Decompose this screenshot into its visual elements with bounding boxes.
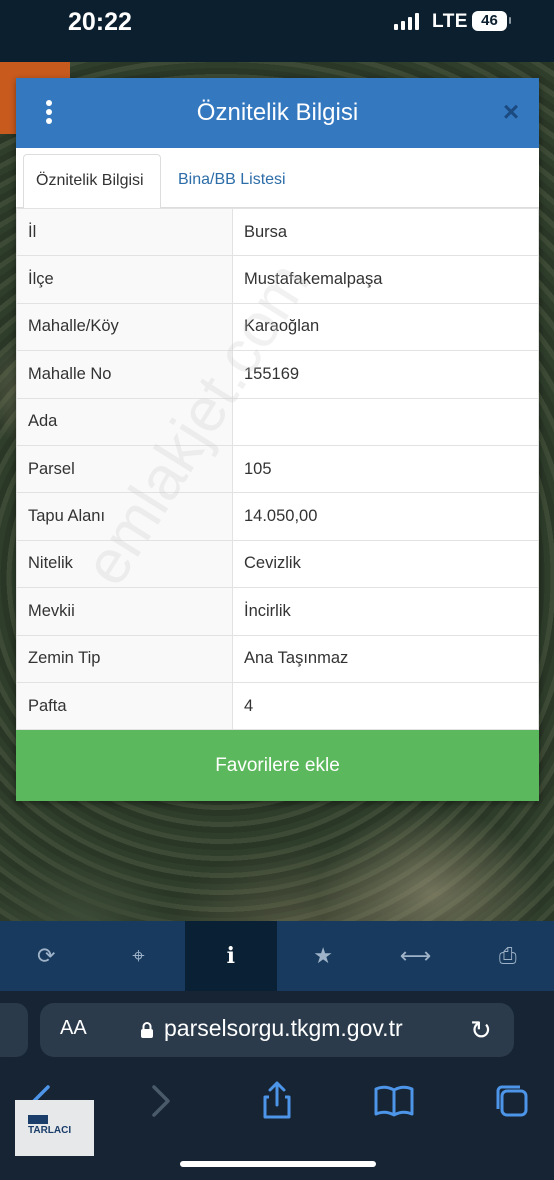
more-menu-icon[interactable] [44,100,54,128]
attribute-value: Ana Taşınmaz [232,634,539,683]
attribute-row: Pafta 4 [16,681,539,731]
browser-chrome: AA parselsorgu.tkgm.gov.tr ↻ TARLACI [0,991,554,1180]
logo-text: TARLACI [28,1125,72,1136]
attribute-key: Ada [16,397,233,446]
attribute-row: Nitelik Cevizlik [16,539,539,589]
dialog-title: Öznitelik Bilgisi [196,99,359,126]
dialog-header: Öznitelik Bilgisi × [16,78,539,148]
signal-icon [394,13,419,30]
url-text: parselsorgu.tkgm.gov.tr [164,1015,403,1041]
share-icon[interactable] [255,1079,299,1123]
attribute-value: Cevizlik [232,539,539,589]
star-icon[interactable]: ★ [277,921,369,991]
attribute-value: 14.050,00 [232,492,539,541]
status-time: 20:22 [68,8,132,36]
attribute-row: Mahalle/Köy Karaoğlan [16,302,539,352]
attribute-key: Mahalle/Köy [16,302,233,352]
home-indicator[interactable] [180,1161,376,1167]
map-toolbar: ⟳ ⌖ i ★ ⟷ ⎙ [0,921,554,991]
attribute-value [232,397,539,446]
text-size-button[interactable]: AA [60,1017,87,1040]
attribute-value: İncirlik [232,587,539,636]
attribute-key: Mevkii [16,587,233,636]
attribute-row: Tapu Alanı 14.050,00 [16,492,539,541]
lock-icon [141,1022,153,1038]
attribute-value: Bursa [232,207,539,257]
attribute-row: İl Bursa [16,207,539,257]
reload-icon[interactable]: ↻ [470,1015,492,1046]
info-icon[interactable]: i [184,921,277,991]
attribute-key: Mahalle No [16,350,233,399]
previous-tab-pill[interactable] [0,1003,28,1057]
text-size-label: AA [60,1017,87,1039]
attribute-value: 105 [232,444,539,494]
battery-tip [509,17,511,24]
attribute-row: Mahalle No 155169 [16,350,539,399]
attribute-key: Parsel [16,444,233,494]
dialog-tabs: Öznitelik Bilgisi Bina/BB Listesi [16,148,539,209]
attribute-key: Zemin Tip [16,634,233,683]
measure-icon[interactable]: ⟷ [369,921,461,991]
attribute-value: Karaoğlan [232,302,539,352]
attribute-row: Ada [16,397,539,446]
network-type: LTE [432,11,468,32]
tab-building-list[interactable]: Bina/BB Listesi [166,154,298,209]
refresh-icon[interactable]: ⟳ [0,921,92,991]
tab-attribute-info[interactable]: Öznitelik Bilgisi [23,154,161,209]
attribute-row: İlçe Mustafakemalpaşa [16,255,539,304]
attribute-value: 4 [232,681,539,731]
status-bar: 20:22 LTE 46 [0,0,554,62]
tarlaci-logo: TARLACI [15,1100,94,1156]
attribute-table: İl Bursa İlçe Mustafakemalpaşa Mahalle/Köy Ka… [16,207,539,731]
attribute-row: Zemin Tip Ana Taşınmaz [16,634,539,683]
attribute-dialog: Öznitelik Bilgisi × Öznitelik Bilgisi Bi… [16,78,539,801]
battery-icon: 46 [472,11,507,31]
attribute-key: Tapu Alanı [16,492,233,541]
attribute-row: Parsel 105 [16,444,539,494]
attribute-value: 155169 [232,350,539,399]
forward-icon[interactable] [138,1079,182,1123]
attribute-key: Nitelik [16,539,233,589]
attribute-value: Mustafakemalpaşa [232,255,539,304]
print-icon[interactable]: ⎙ [462,921,554,991]
attribute-key: Pafta [16,681,233,731]
attribute-key: İl [16,207,233,257]
address-bar[interactable]: AA parselsorgu.tkgm.gov.tr ↻ [40,1003,514,1057]
logo-mark [28,1115,48,1124]
tabs-icon[interactable] [490,1079,534,1123]
crosshair-icon[interactable]: ⌖ [92,921,184,991]
bookmarks-icon[interactable] [372,1079,416,1123]
attribute-key: İlçe [16,255,233,304]
close-button[interactable]: × [498,98,524,126]
attribute-row: Mevkii İncirlik [16,587,539,636]
add-favorite-button[interactable]: Favorilere ekle [16,730,539,801]
